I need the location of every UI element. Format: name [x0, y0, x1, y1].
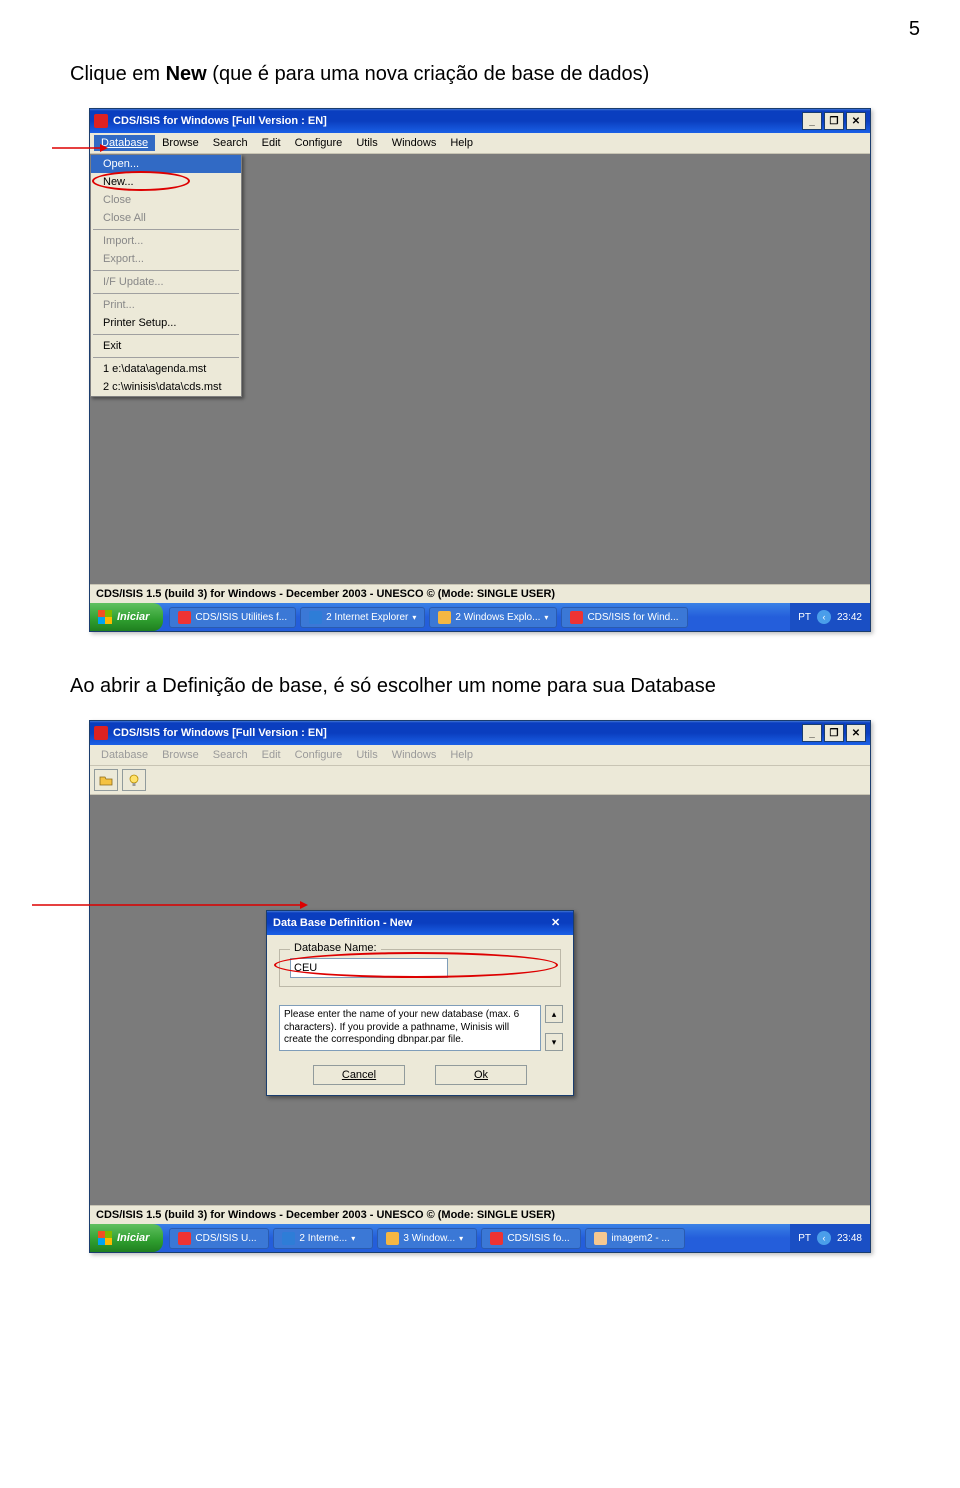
screenshot-1: CDS/ISIS for Windows [Full Version : EN]… [40, 108, 920, 632]
tray-expand-icon[interactable]: ‹ [817, 610, 831, 624]
page-number: 5 [909, 18, 920, 41]
task-btn-1[interactable]: CDS/ISIS U... [169, 1228, 269, 1249]
menubar: Database Browse Search Edit Configure Ut… [90, 133, 870, 154]
close-button[interactable]: ✕ [846, 724, 866, 742]
scroll-down-icon[interactable]: ▾ [545, 1033, 563, 1051]
app-window-2: CDS/ISIS for Windows [Full Version : EN]… [89, 720, 871, 1253]
menu-windows: Windows [385, 747, 444, 763]
menubar: Database Browse Search Edit Configure Ut… [90, 745, 870, 766]
client-area: Open... New... Close Close All Import...… [90, 154, 870, 584]
paragraph-2: Ao abrir a Definição de base, é só escol… [70, 672, 920, 700]
statusbar: CDS/ISIS 1.5 (build 3) for Windows - Dec… [90, 584, 870, 603]
app-icon [94, 726, 108, 740]
dialog-help-text: Please enter the name of your new databa… [279, 1005, 541, 1051]
ok-button[interactable]: Ok [435, 1065, 527, 1085]
menu-open[interactable]: Open... [91, 155, 241, 173]
task-btn-5[interactable]: imagem2 - ... [585, 1228, 685, 1249]
dialog-titlebar: Data Base Definition - New ✕ [267, 911, 573, 935]
menu-edit: Edit [255, 747, 288, 763]
titlebar: CDS/ISIS for Windows [Full Version : EN]… [90, 109, 870, 133]
open-tool-button[interactable] [94, 769, 118, 791]
maximize-button[interactable]: ❐ [824, 724, 844, 742]
window-title: CDS/ISIS for Windows [Full Version : EN] [113, 115, 802, 127]
menu-windows[interactable]: Windows [385, 135, 444, 151]
language-indicator[interactable]: PT [798, 612, 811, 623]
menu-close[interactable]: Close [91, 191, 241, 209]
menu-utils: Utils [349, 747, 384, 763]
lightbulb-icon [127, 773, 141, 787]
menu-configure: Configure [288, 747, 350, 763]
menu-printer-setup[interactable]: Printer Setup... [91, 314, 241, 332]
scroll-up-icon[interactable]: ▴ [545, 1005, 563, 1023]
db-name-fieldset: Database Name: [279, 949, 561, 987]
app-window-1: CDS/ISIS for Windows [Full Version : EN]… [89, 108, 871, 632]
paragraph-1: Clique em New (que é para uma nova criaç… [70, 60, 920, 88]
close-button[interactable]: ✕ [846, 112, 866, 130]
menu-search: Search [206, 747, 255, 763]
menu-help: Help [443, 747, 480, 763]
taskbar: Iniciar CDS/ISIS U... 2 Interne... ▾ 3 W… [90, 1224, 870, 1252]
language-indicator[interactable]: PT [798, 1233, 811, 1244]
database-dropdown: Open... New... Close Close All Import...… [90, 154, 242, 397]
menu-browse[interactable]: Browse [155, 135, 206, 151]
menu-exit[interactable]: Exit [91, 337, 241, 355]
windows-flag-icon [98, 610, 112, 624]
db-name-label: Database Name: [290, 942, 381, 954]
menu-recent-1[interactable]: 1 e:\data\agenda.mst [91, 360, 241, 378]
menu-edit[interactable]: Edit [255, 135, 288, 151]
menu-import[interactable]: Import... [91, 232, 241, 250]
task-btn-4[interactable]: CDS/ISIS for Wind... [561, 607, 687, 628]
dialog-close-button[interactable]: ✕ [551, 916, 567, 930]
minimize-button[interactable]: _ [802, 112, 822, 130]
task-btn-1[interactable]: CDS/ISIS Utilities f... [169, 607, 296, 628]
app-icon [94, 114, 108, 128]
menu-new[interactable]: New... [91, 173, 241, 191]
taskbar: Iniciar CDS/ISIS Utilities f... 2 Intern… [90, 603, 870, 631]
start-button[interactable]: Iniciar [90, 1224, 163, 1252]
titlebar: CDS/ISIS for Windows [Full Version : EN]… [90, 721, 870, 745]
menu-configure[interactable]: Configure [288, 135, 350, 151]
menu-export[interactable]: Export... [91, 250, 241, 268]
clock: 23:48 [837, 1233, 862, 1244]
task-btn-4[interactable]: CDS/ISIS fo... [481, 1228, 581, 1249]
database-name-input[interactable] [290, 958, 448, 978]
tray-expand-icon[interactable]: ‹ [817, 1231, 831, 1245]
cancel-button[interactable]: Cancel [313, 1065, 405, 1085]
system-tray: PT ‹ 23:48 [790, 1224, 870, 1252]
folder-open-icon [99, 774, 113, 786]
clock: 23:42 [837, 612, 862, 623]
client-area: Data Base Definition - New ✕ Database Na… [90, 795, 870, 1205]
menu-if-update[interactable]: I/F Update... [91, 273, 241, 291]
task-btn-3[interactable]: 3 Window... ▾ [377, 1228, 477, 1249]
menu-database: Database [94, 747, 155, 763]
menu-browse: Browse [155, 747, 206, 763]
statusbar: CDS/ISIS 1.5 (build 3) for Windows - Dec… [90, 1205, 870, 1224]
system-tray: PT ‹ 23:42 [790, 603, 870, 631]
menu-print[interactable]: Print... [91, 296, 241, 314]
scrollbar[interactable]: ▴ ▾ [545, 1005, 561, 1051]
start-button[interactable]: Iniciar [90, 603, 163, 631]
menu-search[interactable]: Search [206, 135, 255, 151]
toolbar [90, 766, 870, 795]
menu-utils[interactable]: Utils [349, 135, 384, 151]
windows-flag-icon [98, 1231, 112, 1245]
menu-help[interactable]: Help [443, 135, 480, 151]
screenshot-2: CDS/ISIS for Windows [Full Version : EN]… [40, 720, 920, 1253]
minimize-button[interactable]: _ [802, 724, 822, 742]
window-title: CDS/ISIS for Windows [Full Version : EN] [113, 727, 802, 739]
maximize-button[interactable]: ❐ [824, 112, 844, 130]
task-btn-2[interactable]: 2 Interne... ▾ [273, 1228, 373, 1249]
menu-recent-2[interactable]: 2 c:\winisis\data\cds.mst [91, 378, 241, 396]
menu-close-all[interactable]: Close All [91, 209, 241, 227]
db-definition-dialog: Data Base Definition - New ✕ Database Na… [266, 910, 574, 1096]
help-tool-button[interactable] [122, 769, 146, 791]
task-btn-2[interactable]: 2 Internet Explorer ▾ [300, 607, 425, 628]
task-btn-3[interactable]: 2 Windows Explo... ▾ [429, 607, 557, 628]
